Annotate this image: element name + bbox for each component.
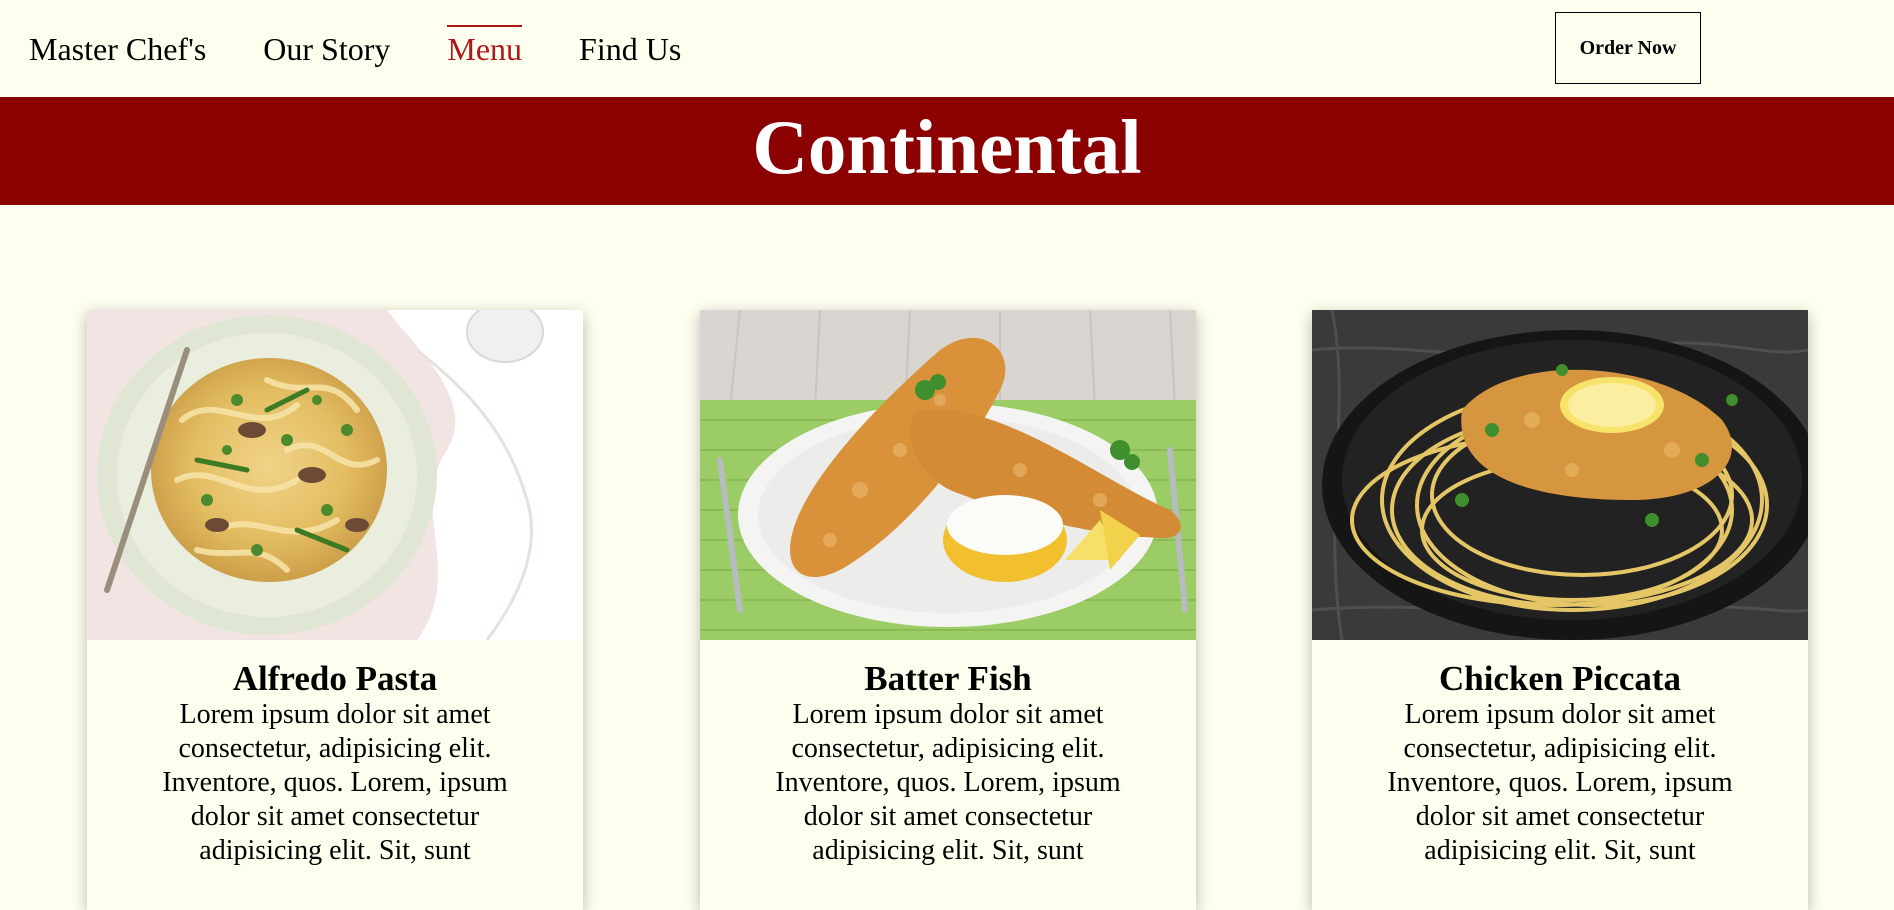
menu-card-batter-fish[interactable]: Batter Fish Lorem ipsum dolor sit amet c… (700, 310, 1196, 910)
nav-menu: Master Chef's Our Story Menu Find Us (29, 0, 681, 97)
alfredo-pasta-photo (87, 310, 583, 640)
category-banner: Continental (0, 97, 1894, 205)
card-description: Lorem ipsum dolor sit amet consectetur, … (162, 699, 508, 866)
nav-item-master-chefs: Master Chef's (29, 33, 206, 65)
order-now-button[interactable]: Order Now (1555, 12, 1701, 84)
nav-item-our-story: Our Story (263, 33, 390, 65)
nav-link-menu[interactable]: Menu (447, 29, 522, 67)
nav-link-find-us[interactable]: Find Us (579, 29, 681, 67)
menu-card-alfredo-pasta[interactable]: Alfredo Pasta Lorem ipsum dolor sit amet… (87, 310, 583, 910)
category-title: Continental (752, 103, 1142, 190)
card-body: Chicken Piccata Lorem ipsum dolor sit am… (1312, 640, 1808, 868)
card-description: Lorem ipsum dolor sit amet consectetur, … (1387, 699, 1733, 866)
card-title: Alfredo Pasta (232, 659, 438, 698)
card-title: Batter Fish (864, 659, 1032, 698)
chicken-piccata-photo (1312, 310, 1808, 640)
batter-fish-photo (700, 310, 1196, 640)
nav-link-master-chefs[interactable]: Master Chef's (29, 29, 206, 67)
top-navigation-bar: Master Chef's Our Story Menu Find Us Ord… (0, 0, 1894, 97)
nav-link-our-story[interactable]: Our Story (263, 29, 390, 67)
card-description: Lorem ipsum dolor sit amet consectetur, … (775, 699, 1121, 866)
menu-card-chicken-piccata[interactable]: Chicken Piccata Lorem ipsum dolor sit am… (1312, 310, 1808, 910)
card-body: Batter Fish Lorem ipsum dolor sit amet c… (700, 640, 1196, 868)
nav-item-menu: Menu (447, 33, 522, 65)
card-title: Chicken Piccata (1438, 659, 1682, 698)
card-body: Alfredo Pasta Lorem ipsum dolor sit amet… (87, 640, 583, 868)
nav-item-find-us: Find Us (579, 33, 681, 65)
